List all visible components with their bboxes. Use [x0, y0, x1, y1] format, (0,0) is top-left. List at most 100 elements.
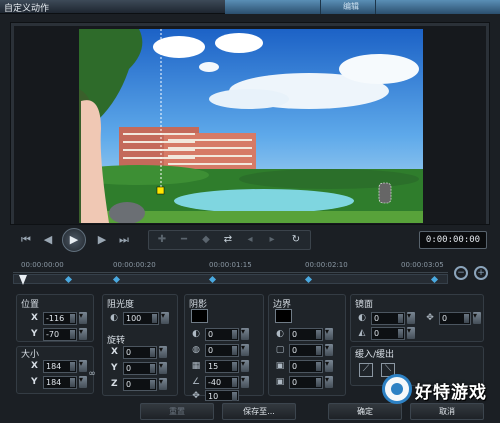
shadow-offset-input[interactable]: 10	[205, 390, 239, 401]
add-keyframe-icon[interactable]: ✚	[153, 232, 171, 248]
mirror-offset-input[interactable]: 0	[439, 312, 471, 325]
border-width-icon: ▢	[275, 345, 285, 355]
shadow-angle-dropdown[interactable]	[241, 375, 249, 388]
move-left-icon[interactable]: ◂	[241, 232, 259, 248]
rotation-y-dropdown[interactable]	[159, 361, 167, 374]
preview-panel	[10, 22, 490, 225]
link-icon[interactable]: ∞	[87, 369, 97, 379]
opacity-icon: ◐	[110, 313, 118, 323]
remove-keyframe-icon[interactable]: ━	[175, 232, 193, 248]
size-x-input[interactable]: 184	[43, 360, 77, 373]
border-blur-dropdown[interactable]	[325, 359, 333, 372]
tick-label: 00:00:00:00	[21, 261, 64, 269]
opacity-label: 阻光度	[107, 300, 135, 310]
tick-label: 00:00:00:20	[113, 261, 156, 269]
rotation-x-label: X	[111, 347, 118, 357]
border-opacity-dropdown[interactable]	[325, 327, 333, 340]
shadow-blur-input[interactable]: 0	[205, 344, 239, 357]
shadow-distance-icon: ▦	[191, 361, 201, 371]
watermark-logo-icon	[382, 374, 412, 404]
shadow-opacity-dropdown[interactable]	[241, 327, 249, 340]
border-corner-icon: ▣	[275, 377, 285, 387]
title-bar: 自定义动作 编辑	[0, 0, 500, 14]
go-start-icon[interactable]: ⏮	[16, 231, 36, 249]
move-right-icon[interactable]: ▸	[263, 232, 281, 248]
opacity-input[interactable]: 100	[123, 312, 159, 325]
border-blur-input[interactable]: 0	[289, 360, 323, 373]
shadow-blur-dropdown[interactable]	[241, 343, 249, 356]
border-opacity-input[interactable]: 0	[289, 328, 323, 341]
shadow-distance-dropdown[interactable]	[241, 359, 249, 372]
mirror-move-icon: ✥	[426, 313, 434, 323]
window-title: 自定义动作	[4, 4, 50, 14]
swap-icon[interactable]: ⇄	[219, 232, 237, 248]
border-width-input[interactable]: 0	[289, 344, 323, 357]
keyframe-marker[interactable]	[430, 275, 439, 284]
border-corner-dropdown[interactable]	[325, 375, 333, 388]
border-color-swatch[interactable]	[275, 309, 292, 323]
shadow-color-swatch[interactable]	[191, 309, 208, 323]
tab-divider	[320, 0, 321, 14]
rotation-x-dropdown[interactable]	[159, 345, 167, 358]
zoom-out-icon[interactable]: −	[454, 266, 468, 280]
tab-edit[interactable]: 编辑	[343, 1, 359, 12]
keyframe-track[interactable]	[13, 274, 448, 285]
tab-strip: 编辑	[225, 0, 500, 14]
prev-frame-icon[interactable]: ◀	[38, 231, 58, 249]
time-ruler: 00:00:00:00 00:00:00:20 00:00:01:15 00:0…	[13, 259, 448, 273]
fade-label: 缓入/缓出	[355, 350, 395, 360]
mirror-fade-dropdown[interactable]	[407, 326, 415, 339]
keyframe-marker[interactable]	[208, 275, 217, 284]
fade-in-icon[interactable]: ⟋	[359, 363, 373, 377]
border-width-dropdown[interactable]	[325, 343, 333, 356]
mirror-opacity-input[interactable]: 0	[371, 312, 405, 325]
rotation-x-input[interactable]: 0	[123, 346, 157, 359]
playhead[interactable]	[19, 275, 27, 285]
position-label: 位置	[21, 300, 40, 310]
transport-controls: ⏮ ◀ ▶ ▶ ⏭ ✚ ━ ◆ ⇄ ◂ ▸ ↻ 0:00:00:00	[10, 228, 490, 254]
position-x-label: X	[31, 313, 38, 323]
mirror-offset-dropdown[interactable]	[473, 311, 481, 324]
position-x-input[interactable]: -116	[43, 312, 77, 325]
shadow-distance-input[interactable]: 15	[205, 360, 239, 373]
border-group: 边界 ◐ 0 ▢ 0 ▣ 0 ▣ 0	[268, 294, 346, 396]
shadow-angle-input[interactable]: -40	[205, 376, 239, 389]
preview-image[interactable]	[79, 29, 423, 223]
border-corner-input[interactable]: 0	[289, 376, 323, 389]
shadow-blur-icon: ◍	[192, 345, 200, 355]
shadow-group: 阴影 ◐ 0 ◍ 0 ▦ 15 ∠ -40 ✥ 10	[184, 294, 264, 401]
size-y-dropdown[interactable]	[79, 375, 87, 388]
opacity-dropdown[interactable]	[161, 311, 169, 324]
timeline: 00:00:00:00 00:00:00:20 00:00:01:15 00:0…	[10, 258, 490, 288]
zoom-in-icon[interactable]: +	[474, 266, 488, 280]
keyframe-marker[interactable]	[64, 275, 73, 284]
next-frame-icon[interactable]: ▶	[92, 231, 112, 249]
shadow-angle-icon: ∠	[191, 377, 201, 387]
rotation-y-input[interactable]: 0	[123, 362, 157, 375]
mirror-fade-input[interactable]: 0	[371, 327, 405, 340]
size-y-input[interactable]: 184	[43, 376, 77, 389]
reset-button[interactable]: 重置	[140, 403, 214, 420]
position-y-dropdown[interactable]	[79, 327, 87, 340]
watermark-text: 好特游戏	[415, 383, 487, 403]
shadow-opacity-icon: ◐	[192, 329, 200, 339]
timecode-field[interactable]: 0:00:00:00	[419, 231, 487, 249]
position-x-dropdown[interactable]	[79, 311, 87, 324]
reset-icon[interactable]: ↻	[287, 232, 305, 248]
mirror-opacity-icon: ◐	[358, 313, 366, 323]
play-icon[interactable]: ▶	[62, 228, 86, 252]
rotation-z-input[interactable]: 0	[123, 378, 157, 391]
size-x-dropdown[interactable]	[79, 359, 87, 372]
keyframe-marker[interactable]	[112, 275, 121, 284]
go-end-icon[interactable]: ⏭	[114, 231, 134, 249]
reverse-keyframe-icon[interactable]: ◆	[197, 232, 215, 248]
mirror-group: 镜面 ◐ 0 ✥ 0 ◭ 0	[350, 294, 484, 342]
shadow-opacity-input[interactable]: 0	[205, 328, 239, 341]
rotation-z-dropdown[interactable]	[159, 377, 167, 390]
rotation-y-label: Y	[111, 363, 118, 373]
tick-label: 00:00:02:10	[305, 261, 348, 269]
mirror-opacity-dropdown[interactable]	[407, 311, 415, 324]
keyframe-marker[interactable]	[304, 275, 313, 284]
save-to-button[interactable]: 保存至...	[222, 403, 296, 420]
position-y-input[interactable]: -70	[43, 328, 77, 341]
